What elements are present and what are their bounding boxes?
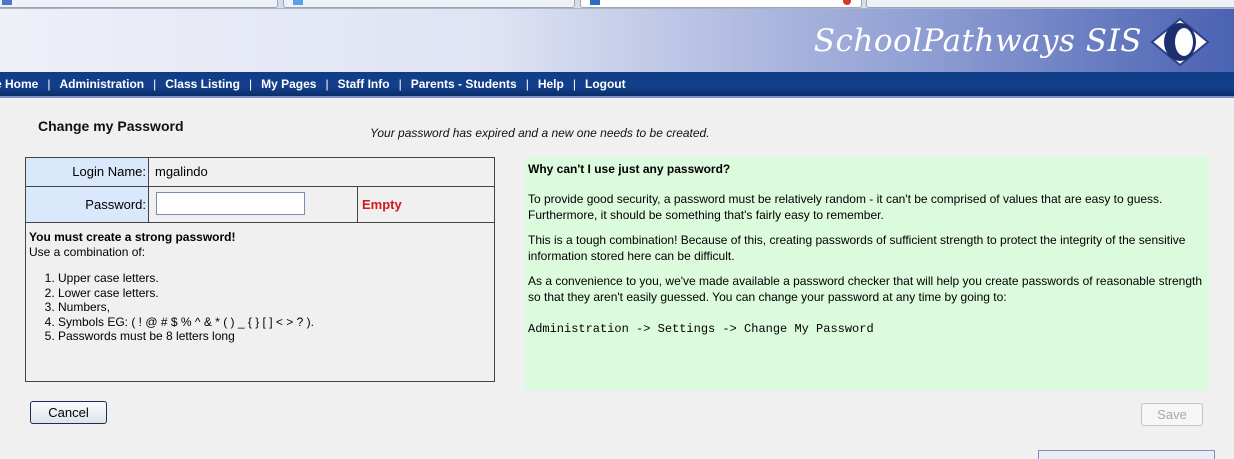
password-label: Password:	[26, 187, 149, 222]
header-banner: SchoolPathways SIS	[0, 9, 1234, 72]
change-password-form: Login Name: mgalindo Password: Empty You…	[25, 157, 495, 382]
nav-my-pages[interactable]: My Pages	[261, 77, 316, 91]
browser-tab-active[interactable]	[580, 0, 862, 8]
browser-tab[interactable]	[0, 0, 278, 8]
nav-separator: |	[47, 77, 51, 91]
rule-item: Passwords must be 8 letters long	[58, 329, 314, 344]
browser-tab[interactable]	[866, 0, 1234, 8]
nav-logout[interactable]: Logout	[585, 77, 626, 91]
expired-message: Your password has expired and a new one …	[370, 126, 710, 140]
save-button[interactable]: Save	[1141, 403, 1203, 426]
close-icon[interactable]	[842, 0, 852, 5]
browser-tab-strip	[0, 0, 1234, 9]
help-paragraph: As a convenience to you, we've made avai…	[528, 274, 1203, 304]
nav-separator: |	[398, 77, 402, 91]
settings-path: Administration -> Settings -> Change My …	[528, 322, 874, 336]
nav-separator: |	[525, 77, 529, 91]
password-rules: You must create a strong password! Use a…	[29, 230, 314, 344]
rule-item: Symbols EG: ( ! @ # $ % ^ & * ( ) _ { } …	[58, 315, 314, 330]
nav-parents-students[interactable]: Parents - Students	[411, 77, 517, 91]
brand-title: SchoolPathways SIS	[813, 23, 1142, 59]
schoolpathways-logo-icon	[1150, 17, 1210, 67]
page-icon	[2, 0, 12, 5]
login-row: Login Name: mgalindo	[26, 158, 494, 187]
browser-tab[interactable]	[283, 0, 575, 8]
password-input[interactable]	[156, 192, 305, 215]
rules-subtitle: Use a combination of:	[29, 245, 146, 259]
nav-help[interactable]: Help	[538, 77, 564, 91]
nav-separator: |	[153, 77, 157, 91]
rule-item: Numbers,	[58, 300, 314, 315]
rule-item: Upper case letters.	[58, 271, 314, 286]
page-icon	[293, 0, 303, 5]
password-help-panel: Why can't I use just any password? To pr…	[525, 157, 1209, 390]
help-paragraph: To provide good security, a password mus…	[528, 192, 1163, 222]
main-nav: te Home | Administration | Class Listing…	[0, 72, 1234, 98]
page-title: Change my Password	[38, 118, 184, 134]
nav-administration[interactable]: Administration	[59, 77, 144, 91]
nav-separator: |	[248, 77, 253, 91]
password-row: Password: Empty	[26, 187, 494, 223]
rule-item: Lower case letters.	[58, 286, 314, 301]
password-strength-status: Empty	[362, 197, 402, 212]
nav-separator: |	[325, 77, 329, 91]
nav-staff-info[interactable]: Staff Info	[338, 77, 390, 91]
page-icon	[590, 0, 600, 5]
rules-title: You must create a strong password!	[29, 230, 236, 244]
help-title: Why can't I use just any password?	[528, 162, 731, 176]
nav-class-listing[interactable]: Class Listing	[165, 77, 240, 91]
login-value: mgalindo	[155, 164, 208, 179]
rules-list: Upper case letters. Lower case letters. …	[29, 271, 314, 344]
login-label: Login Name:	[26, 158, 149, 186]
help-paragraph: This is a tough combination! Because of …	[528, 233, 1186, 263]
nav-home[interactable]: te Home	[0, 77, 38, 91]
cancel-button[interactable]: Cancel	[30, 401, 107, 424]
cell-divider	[357, 187, 358, 222]
nav-separator: |	[572, 77, 576, 91]
